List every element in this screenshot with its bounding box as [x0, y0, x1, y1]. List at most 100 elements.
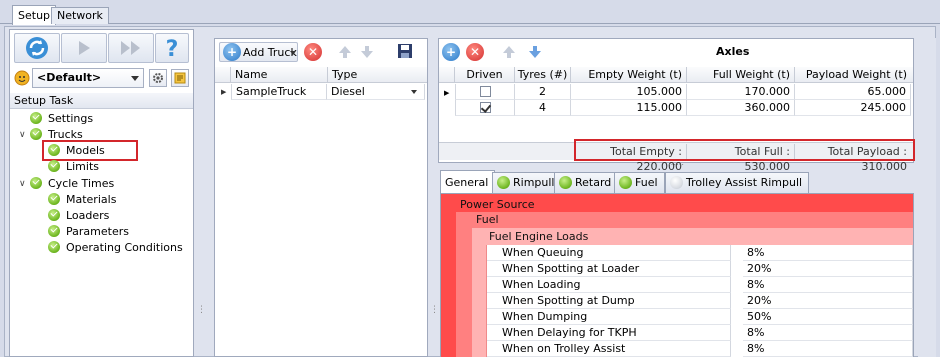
- move-up-icon[interactable]: [500, 43, 518, 61]
- check-circle-icon: [30, 112, 42, 124]
- add-axle-button[interactable]: +: [442, 43, 460, 61]
- fuel-engine-loads-table: When Queuing 8% When Spotting at Loader 20…: [486, 245, 913, 357]
- axles-panel: + ✕ Axles Driven Tyres (#) Empty Weight …: [438, 38, 915, 173]
- move-up-icon[interactable]: [336, 43, 354, 61]
- group-fuel[interactable]: Fuel: [472, 212, 913, 228]
- tab-setup[interactable]: Setup: [12, 5, 57, 25]
- detail-tab-strip: General Rimpull Retard Fuel Trolley Assi…: [440, 170, 914, 195]
- column-header-payload-weight[interactable]: Payload Weight (t): [795, 67, 911, 83]
- move-down-icon[interactable]: [526, 43, 544, 61]
- chevron-down-icon: [131, 76, 139, 81]
- check-circle-icon: [48, 193, 60, 205]
- tab-rimpull[interactable]: Rimpull: [492, 172, 562, 193]
- driven-cell[interactable]: [455, 100, 515, 116]
- status-dot-icon: [497, 176, 510, 189]
- group-power-source[interactable]: Power Source: [456, 197, 913, 213]
- payload-weight-cell[interactable]: 65.000: [795, 84, 911, 100]
- run-button[interactable]: [61, 33, 107, 63]
- column-header-tyres[interactable]: Tyres (#): [515, 67, 571, 83]
- driven-cell[interactable]: [455, 84, 515, 100]
- move-down-icon[interactable]: [358, 43, 376, 61]
- check-circle-icon: [48, 160, 60, 172]
- full-weight-cell[interactable]: 170.000: [687, 84, 795, 100]
- check-circle-icon: [48, 241, 60, 253]
- help-icon: ?: [166, 37, 179, 60]
- status-dot-icon: [619, 176, 632, 189]
- splitter-handle[interactable]: ⋮: [430, 305, 439, 315]
- empty-weight-cell[interactable]: 115.000: [571, 100, 687, 116]
- tree-item-parameters[interactable]: Parameters: [48, 224, 129, 240]
- tree-item-limits[interactable]: Limits: [48, 159, 99, 175]
- tree-item-operating-conditions[interactable]: Operating Conditions: [48, 240, 183, 256]
- profile-icon: [14, 70, 30, 86]
- empty-weight-cell[interactable]: 105.000: [571, 84, 687, 100]
- trucks-panel: + Add Truck ✕ Name Type ▶ SampleTruck Di…: [214, 38, 428, 357]
- full-weight-cell[interactable]: 360.000: [687, 100, 795, 116]
- tab-network[interactable]: Network: [51, 7, 109, 24]
- collapse-arrow-icon[interactable]: ∨: [19, 130, 26, 140]
- splitter-handle[interactable]: ⋮: [197, 305, 206, 315]
- payload-weight-cell[interactable]: 245.000: [795, 100, 911, 116]
- driven-checkbox[interactable]: [479, 102, 491, 113]
- right-margin: [918, 38, 936, 357]
- truck-name-cell[interactable]: SampleTruck: [231, 84, 327, 100]
- refresh-icon: [26, 37, 48, 59]
- profile-select-value: <Default>: [37, 71, 102, 84]
- column-header-driven[interactable]: Driven: [455, 67, 515, 83]
- fast-forward-button[interactable]: [108, 33, 154, 63]
- tree-item-materials[interactable]: Materials: [48, 192, 116, 208]
- tree-item-cycle-times[interactable]: Cycle Times: [30, 176, 114, 192]
- column-header-name[interactable]: Name: [235, 67, 267, 82]
- tab-fuel[interactable]: Fuel: [614, 172, 665, 193]
- row-indicator-icon: ▶: [221, 88, 227, 96]
- column-header-type[interactable]: Type: [327, 67, 357, 83]
- status-dot-icon: [559, 176, 572, 189]
- tab-trolley-assist-rimpull[interactable]: Trolley Assist Rimpull: [665, 172, 810, 193]
- delete-axle-button[interactable]: ✕: [466, 43, 484, 61]
- notepad-icon: [174, 72, 186, 84]
- tab-general[interactable]: General: [440, 170, 496, 193]
- axles-grid-header: Driven Tyres (#) Empty Weight (t) Full W…: [439, 67, 913, 83]
- property-grid: Power Source Fuel Fuel Engine Loads When…: [440, 193, 914, 357]
- play-icon: [79, 41, 90, 55]
- tree-item-settings[interactable]: Settings: [30, 111, 93, 127]
- tree-item-loaders[interactable]: Loaders: [48, 208, 109, 224]
- fast-forward-icon: [121, 41, 140, 55]
- tree-item-models[interactable]: Models: [48, 143, 105, 159]
- setup-task-header: Setup Task: [10, 93, 193, 109]
- group-fuel-engine-loads[interactable]: Fuel Engine Loads: [485, 229, 913, 245]
- check-circle-icon: [48, 209, 60, 221]
- check-circle-icon: [30, 128, 42, 140]
- top-tab-strip: Setup Network: [0, 0, 940, 25]
- chevron-down-icon[interactable]: [411, 90, 417, 94]
- settings-button[interactable]: [149, 69, 167, 87]
- help-button[interactable]: ?: [155, 33, 189, 63]
- totals-highlight: [574, 139, 915, 161]
- gear-icon: [153, 73, 163, 83]
- add-truck-label: Add Truck: [243, 46, 297, 59]
- column-header-empty-weight[interactable]: Empty Weight (t): [571, 67, 687, 83]
- tab-retard[interactable]: Retard: [554, 172, 619, 193]
- tyres-cell[interactable]: 2: [515, 84, 571, 100]
- profile-select[interactable]: <Default>: [32, 68, 144, 88]
- notes-button[interactable]: [171, 69, 189, 87]
- svg-text:?: ?: [166, 37, 179, 60]
- tyres-cell[interactable]: 4: [515, 100, 571, 116]
- trucks-grid-header: Name Type: [215, 67, 427, 83]
- status-dot-icon: [670, 176, 683, 189]
- collapse-arrow-icon[interactable]: ∨: [19, 179, 26, 189]
- column-header-full-weight[interactable]: Full Weight (t): [687, 67, 795, 83]
- check-circle-icon: [30, 177, 42, 189]
- check-circle-icon: [48, 225, 60, 237]
- check-circle-icon: [48, 144, 60, 156]
- row-indicator-icon: ▶: [444, 89, 450, 97]
- add-truck-button[interactable]: + Add Truck: [219, 42, 298, 62]
- refresh-button[interactable]: [14, 33, 60, 63]
- driven-checkbox[interactable]: [479, 86, 491, 97]
- splitter-handle[interactable]: ……: [668, 158, 684, 167]
- plus-icon: +: [223, 43, 241, 61]
- chevron-down-icon: [290, 51, 296, 55]
- save-icon[interactable]: [396, 42, 414, 60]
- axles-title: Axles: [716, 45, 750, 58]
- delete-truck-button[interactable]: ✕: [304, 43, 322, 61]
